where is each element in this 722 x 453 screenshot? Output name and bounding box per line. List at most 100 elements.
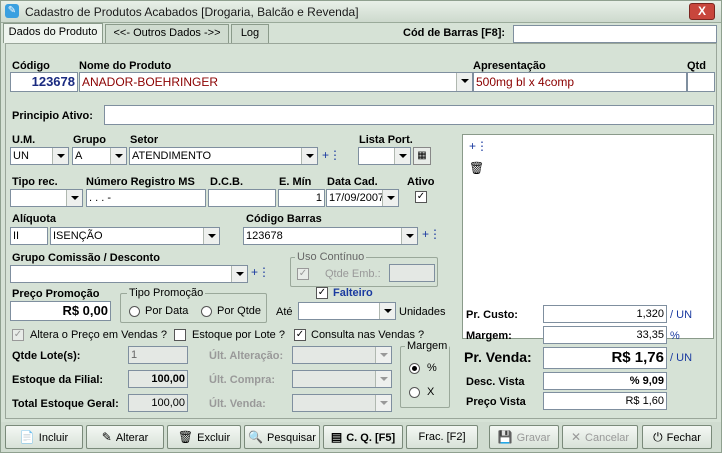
um-combo[interactable]: UN [10, 147, 69, 165]
grupo-combo[interactable]: A [72, 147, 127, 165]
chevron-down-icon[interactable] [231, 266, 247, 282]
setor-combo[interactable]: ATENDIMENTO [129, 147, 318, 165]
ult-compra-label: Últ. Compra: [209, 374, 275, 386]
total-estoque-label: Total Estoque Geral: [12, 398, 119, 410]
qtd-field[interactable] [687, 72, 715, 92]
cq-button[interactable]: ▤ C. Q. [F5] [323, 425, 403, 449]
trash-icon: 🗑 [177, 430, 194, 444]
codigo-label: Código [12, 60, 50, 72]
margem-label: Margem: [466, 330, 512, 342]
por-qtde-radio[interactable] [201, 306, 212, 317]
principio-ativo-field[interactable] [104, 105, 714, 125]
ult-alteracao-label: Últ. Alteração: [209, 350, 284, 362]
save-icon: 💾 [497, 430, 513, 444]
um-value: UN [13, 150, 29, 162]
add-setor-icon[interactable]: +⋮ [322, 148, 341, 162]
ate-combo[interactable] [298, 302, 396, 320]
uso-continuo-checkbox[interactable]: ✓ [297, 268, 309, 280]
ult-alteracao-combo[interactable] [292, 346, 392, 364]
estoque-filial-label: Estoque da Filial: [12, 374, 104, 386]
pr-venda-field[interactable]: R$ 1,76 [543, 347, 667, 369]
aliquota-combo[interactable]: ISENÇÃO [50, 227, 220, 245]
chevron-down-icon[interactable] [110, 148, 126, 164]
data-cad-picker[interactable]: 17/09/2007 [326, 189, 399, 207]
excluir-button[interactable]: 🗑 Excluir [167, 425, 241, 449]
tab-outros-dados[interactable]: <<- Outros Dados ->> [105, 24, 229, 43]
apresentacao-field[interactable]: 500mg bl x 4comp [473, 72, 687, 92]
dcb-field[interactable] [208, 189, 276, 207]
keyboard-icon[interactable]: ▦ [413, 147, 431, 165]
barcode-search-input[interactable] [513, 25, 717, 43]
qtde-lotes-label: Qtde Lote(s): [12, 350, 81, 362]
tab-dados-produto[interactable]: Dados do Produto [3, 23, 103, 43]
altera-preco-label: Altera o Preço em Vendas ? [30, 329, 167, 341]
chevron-down-icon[interactable] [52, 148, 68, 164]
ult-venda-label: Últ. Venda: [209, 398, 266, 410]
preco-promocao-field[interactable]: R$ 0,00 [10, 301, 111, 321]
pesquisar-button[interactable]: 🔍 Pesquisar [244, 425, 320, 449]
chevron-down-icon[interactable] [66, 190, 82, 206]
uso-continuo-title: Uso Contínuo [295, 251, 367, 263]
margem-unit: % [670, 330, 680, 342]
desc-vista-field[interactable]: % 9,09 [543, 372, 667, 390]
chevron-down-icon[interactable] [375, 347, 391, 363]
ult-compra-combo[interactable] [292, 370, 392, 388]
fechar-button[interactable]: ⏻ Fechar [642, 425, 712, 449]
gravar-button[interactable]: 💾 Gravar [489, 425, 559, 449]
setor-value: ATENDIMENTO [132, 150, 212, 162]
e-min-field[interactable]: 1 [278, 189, 325, 207]
chevron-down-icon[interactable] [401, 228, 417, 244]
estoque-lote-label: Estoque por Lote ? [192, 329, 285, 341]
dcb-label: D.C.B. [210, 176, 243, 188]
chevron-down-icon[interactable] [301, 148, 317, 164]
add-barcode-icon[interactable]: +⋮ [422, 227, 441, 241]
data-cad-label: Data Cad. [327, 176, 378, 188]
setor-label: Setor [130, 134, 159, 146]
um-label: U.M. [12, 134, 36, 146]
preco-vista-field[interactable]: R$ 1,60 [543, 392, 667, 410]
por-data-radio[interactable] [129, 306, 140, 317]
title-bar: ✎ Cadastro de Produtos Acabados [Drogari… [1, 1, 721, 23]
consulta-vendas-checkbox[interactable]: ✓ [294, 329, 306, 341]
pr-custo-field[interactable]: 1,320 [543, 305, 667, 323]
ult-venda-combo[interactable] [292, 394, 392, 412]
frac-button[interactable]: Frac. [F2] [406, 425, 478, 449]
ativo-checkbox[interactable]: ✓ [415, 191, 427, 203]
margem-x-radio[interactable] [409, 387, 420, 398]
add-link-icon[interactable]: +⋮ [469, 139, 488, 153]
lista-port-combo[interactable] [358, 147, 411, 165]
chevron-down-icon[interactable] [375, 371, 391, 387]
total-estoque-field: 100,00 [128, 394, 188, 412]
uso-continuo-group: Uso Contínuo ✓ Qtde Emb.: [290, 251, 438, 287]
chevron-down-icon[interactable] [203, 228, 219, 244]
grupo-comissao-combo[interactable] [10, 265, 248, 283]
qtde-emb-field[interactable] [389, 264, 435, 282]
codigo-field[interactable]: 123678 [10, 72, 78, 92]
aliquota-code-field[interactable]: II [10, 227, 48, 245]
chevron-down-icon[interactable] [375, 395, 391, 411]
margem-field[interactable]: 33,35 [543, 326, 667, 344]
falteiro-checkbox[interactable]: ✓ [316, 287, 328, 299]
pr-venda-label: Pr. Venda: [464, 349, 532, 365]
chevron-down-icon[interactable] [382, 190, 398, 206]
preco-promocao-label: Preço Promoção [12, 288, 100, 300]
chevron-down-icon[interactable] [456, 73, 472, 91]
estoque-lote-checkbox[interactable] [174, 329, 186, 341]
altera-preco-checkbox[interactable]: ✓ [12, 329, 24, 341]
registro-ms-field[interactable]: . . . - [86, 189, 206, 207]
tab-log[interactable]: Log [231, 24, 269, 43]
bottom-toolbar: 📄 Incluir ✎ Alterar 🗑 Excluir 🔍 Pesquisar ▤ C… [1, 422, 721, 452]
tipo-rec-combo[interactable] [10, 189, 83, 207]
margem-pct-radio[interactable] [409, 363, 420, 374]
nome-produto-combo[interactable]: ANADOR-BOEHRINGER [79, 72, 473, 92]
window-title: Cadastro de Produtos Acabados [Drogaria,… [25, 5, 359, 19]
codigo-barras-combo[interactable]: 123678 [243, 227, 418, 245]
incluir-button[interactable]: 📄 Incluir [5, 425, 83, 449]
close-button[interactable]: X [689, 3, 715, 20]
trash-icon[interactable]: 🗑 [469, 161, 484, 175]
cancelar-button[interactable]: ✕ Cancelar [562, 425, 638, 449]
add-comissao-icon[interactable]: +⋮ [251, 265, 270, 279]
chevron-down-icon[interactable] [379, 303, 395, 319]
chevron-down-icon[interactable] [394, 148, 410, 164]
alterar-button[interactable]: ✎ Alterar [86, 425, 164, 449]
